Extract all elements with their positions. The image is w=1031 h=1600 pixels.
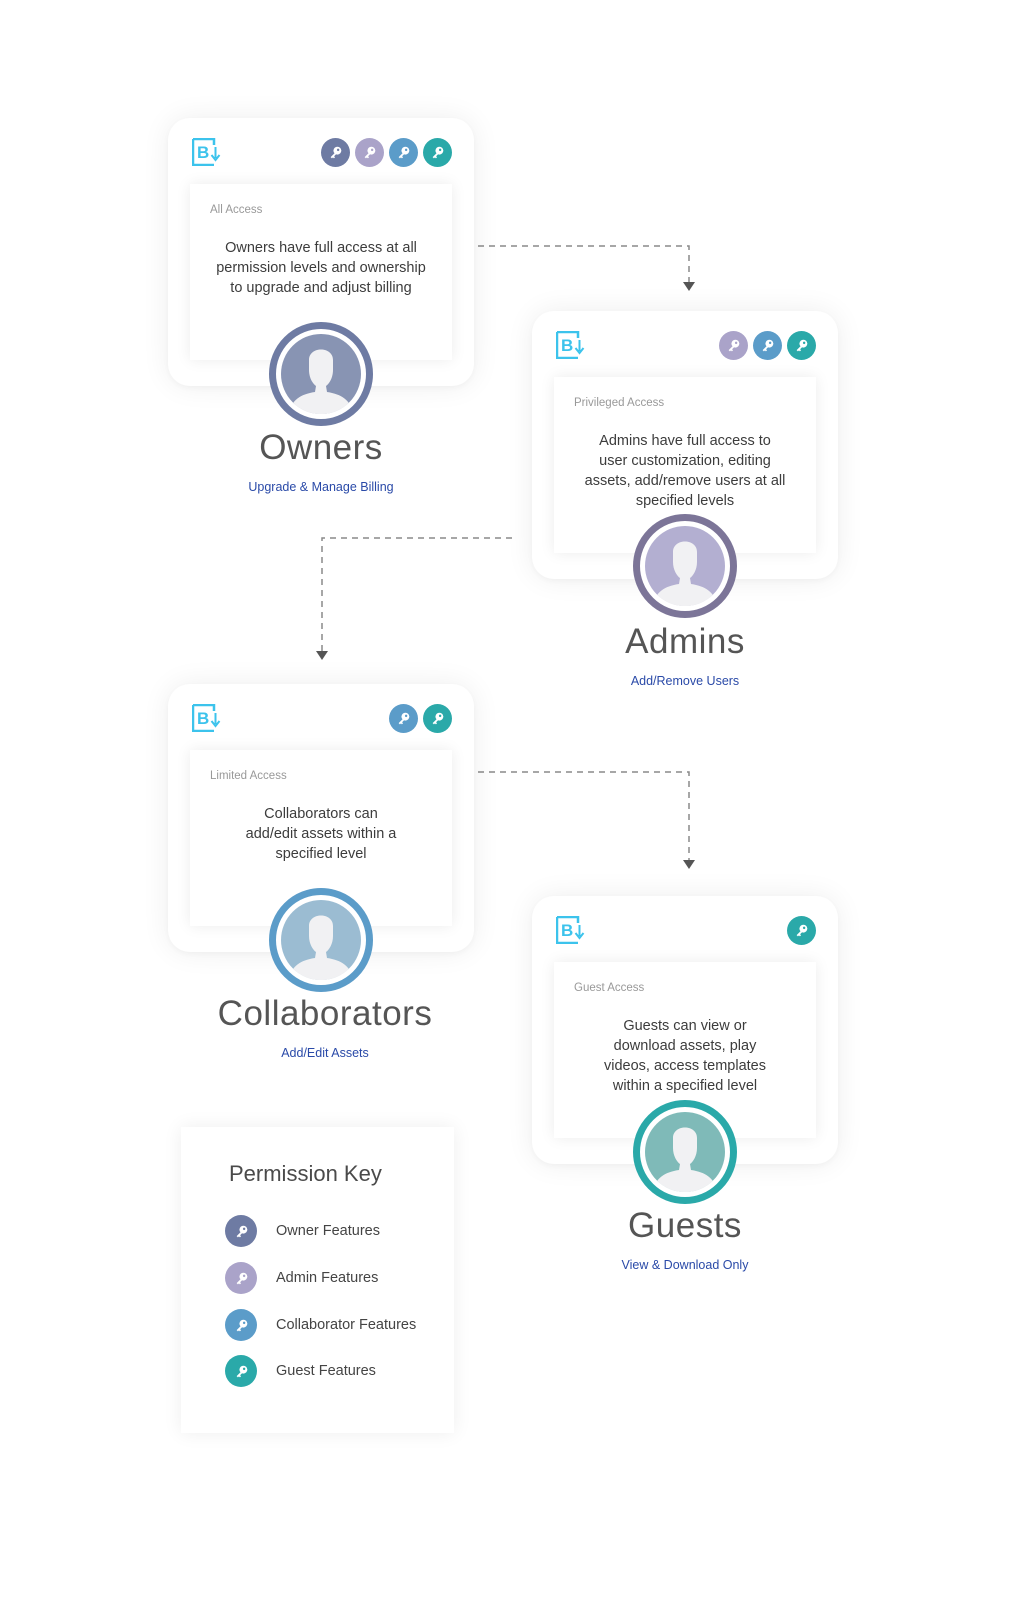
description-line: Collaborators can [264,806,378,822]
role-description: Owners have full access at all permission… [200,238,442,298]
avatar-collaborators [269,888,373,992]
avatar-guests [633,1100,737,1204]
brand-logo-icon: B [555,330,586,360]
role-subtitle-guests: View & Download Only [621,1258,749,1272]
svg-text:B: B [197,143,209,162]
user-silhouette-icon [645,526,725,606]
role-subtitle-admins: Add/Remove Users [630,674,740,688]
legend-label: Owner Features [276,1223,380,1239]
role-title-admins: Admins [625,622,745,661]
role-description: Admins have full access to user customiza… [564,431,806,511]
guest-key-icon [225,1355,257,1387]
brand-logo-icon: B [191,703,222,733]
description-line: download assets, play [613,1038,757,1054]
admin-key-icon [225,1262,257,1294]
legend-item-owner: Owner Features [225,1215,380,1247]
connector-collaborators-to-guests [478,771,695,869]
permission-keys [719,331,816,360]
description-line: specified levels [635,493,735,509]
access-level-label: Limited Access [210,770,287,782]
legend-item-admin: Admin Features [225,1262,378,1294]
legend-label: Admin Features [276,1270,379,1286]
role-subtitle-owners: Upgrade & Manage Billing [248,480,394,494]
role-description: Guests can view or download assets, play v… [564,1016,806,1096]
avatar-admins [633,514,737,618]
svg-text:B: B [197,709,209,728]
user-silhouette-icon [281,334,361,414]
legend-label: Collaborator Features [276,1317,417,1333]
legend-item-guest: Guest Features [225,1355,376,1387]
admin-key-icon [719,331,748,360]
description-line: within a specified level [612,1078,758,1094]
owner-key-icon [225,1215,257,1247]
avatar-owners [269,322,373,426]
collaborator-key-icon [225,1309,257,1341]
user-silhouette-icon [281,900,361,980]
role-title-owners: Owners [259,428,383,467]
legend-item-collaborator: Collaborator Features [225,1309,416,1341]
description-line: specified level [275,846,367,862]
guest-key-icon [423,704,452,733]
access-level-label: All Access [210,204,263,216]
role-title-guests: Guests [628,1206,742,1245]
role-subtitle-collaborators: Add/Edit Assets [281,1046,369,1060]
guest-key-icon [787,916,816,945]
description-line: add/edit assets within a [245,826,397,842]
collaborator-key-icon [389,704,418,733]
permission-keys [787,916,816,945]
brand-logo-icon: B [191,137,222,167]
connector-admins-to-collaborators [316,537,512,660]
description-line: Admins have full access to [599,433,771,449]
legend-label: Guest Features [276,1363,376,1379]
connector-owners-to-admins [478,245,695,291]
role-description: Collaborators can add/edit assets within … [200,804,442,864]
collaborator-key-icon [753,331,782,360]
permission-keys [321,138,452,167]
description-line: to upgrade and adjust billing [230,280,412,296]
description-line: user customization, editing [599,453,771,469]
permission-key-title: Permission Key [229,1161,382,1186]
access-level-label: Guest Access [574,982,645,994]
permission-keys [389,704,452,733]
owner-key-icon [321,138,350,167]
admin-key-icon [355,138,384,167]
description-line: Guests can view or [623,1018,747,1034]
svg-text:B: B [561,921,573,940]
guest-key-icon [423,138,452,167]
guest-key-icon [787,331,816,360]
brand-logo-icon: B [555,915,586,945]
description-line: permission levels and ownership [216,260,426,276]
user-silhouette-icon [645,1112,725,1192]
permission-key-panel: Permission Key Owner Features Admin Featu… [181,1127,454,1433]
access-level-label: Privileged Access [574,397,665,409]
svg-text:B: B [561,336,573,355]
role-title-collaborators: Collaborators [217,994,433,1033]
description-line: assets, add/remove users at all [584,473,786,489]
description-line: videos, access templates [604,1058,766,1074]
description-line: Owners have full access at all [225,240,417,256]
collaborator-key-icon [389,138,418,167]
